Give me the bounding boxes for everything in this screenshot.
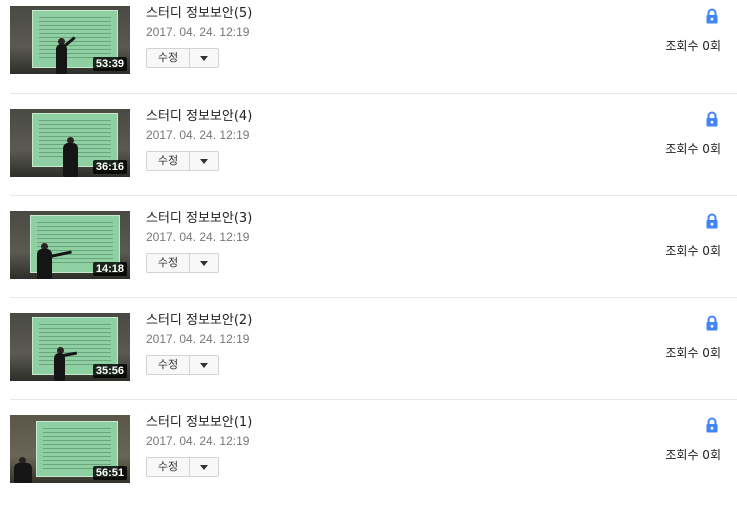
lock-icon[interactable] — [704, 8, 720, 24]
edit-button[interactable]: 수정 — [147, 152, 190, 170]
lock-icon[interactable] — [704, 111, 720, 127]
caret-down-icon — [200, 465, 208, 470]
row-divider — [10, 195, 737, 196]
video-date: 2017. 04. 24. 12:19 — [146, 128, 250, 142]
caret-down-icon — [200, 159, 208, 164]
duration-badge: 36:16 — [92, 160, 127, 174]
edit-button-group: 수정 — [146, 355, 219, 375]
edit-button[interactable]: 수정 — [147, 254, 190, 272]
view-count: 조회수 0회 — [665, 142, 721, 156]
video-title[interactable]: 스터디 정보보안(4) — [146, 109, 252, 125]
video-thumbnail[interactable]: 14:18 — [10, 211, 130, 279]
view-count: 조회수 0회 — [665, 244, 721, 258]
row-divider — [10, 297, 737, 298]
caret-down-icon — [200, 56, 208, 61]
edit-button[interactable]: 수정 — [147, 49, 190, 67]
video-title[interactable]: 스터디 정보보안(2) — [146, 313, 252, 329]
lock-icon[interactable] — [704, 315, 720, 331]
edit-button-group: 수정 — [146, 457, 219, 477]
video-title[interactable]: 스터디 정보보안(5) — [146, 6, 252, 22]
video-thumbnail[interactable]: 35:56 — [10, 313, 130, 381]
video-row: 14:18 스터디 정보보안(3) 2017. 04. 24. 12:19 수정… — [0, 205, 737, 307]
video-row: 36:16 스터디 정보보안(4) 2017. 04. 24. 12:19 수정… — [0, 103, 737, 205]
edit-button-group: 수정 — [146, 151, 219, 171]
duration-badge: 53:39 — [92, 57, 127, 71]
edit-dropdown-button[interactable] — [190, 458, 218, 476]
video-thumbnail[interactable]: 36:16 — [10, 109, 130, 177]
edit-dropdown-button[interactable] — [190, 49, 218, 67]
view-count: 조회수 0회 — [665, 448, 721, 462]
video-date: 2017. 04. 24. 12:19 — [146, 230, 250, 244]
edit-button-group: 수정 — [146, 48, 219, 68]
video-thumbnail[interactable]: 53:39 — [10, 6, 130, 74]
lock-icon[interactable] — [704, 213, 720, 229]
duration-badge: 56:51 — [92, 466, 127, 480]
edit-button[interactable]: 수정 — [147, 356, 190, 374]
lock-icon[interactable] — [704, 417, 720, 433]
video-row: 35:56 스터디 정보보안(2) 2017. 04. 24. 12:19 수정… — [0, 307, 737, 409]
video-title[interactable]: 스터디 정보보안(1) — [146, 415, 252, 431]
video-row: 53:39 스터디 정보보안(5) 2017. 04. 24. 12:19 수정… — [0, 0, 737, 102]
edit-button-group: 수정 — [146, 253, 219, 273]
video-date: 2017. 04. 24. 12:19 — [146, 434, 250, 448]
duration-badge: 35:56 — [92, 364, 127, 378]
video-thumbnail[interactable]: 56:51 — [10, 415, 130, 483]
edit-dropdown-button[interactable] — [190, 356, 218, 374]
row-divider — [10, 399, 737, 400]
video-row: 56:51 스터디 정보보안(1) 2017. 04. 24. 12:19 수정… — [0, 409, 737, 511]
caret-down-icon — [200, 363, 208, 368]
caret-down-icon — [200, 261, 208, 266]
edit-dropdown-button[interactable] — [190, 152, 218, 170]
edit-button[interactable]: 수정 — [147, 458, 190, 476]
video-date: 2017. 04. 24. 12:19 — [146, 332, 250, 346]
edit-dropdown-button[interactable] — [190, 254, 218, 272]
view-count: 조회수 0회 — [665, 346, 721, 360]
duration-badge: 14:18 — [92, 262, 127, 276]
video-title[interactable]: 스터디 정보보안(3) — [146, 211, 252, 227]
video-list: 53:39 스터디 정보보안(5) 2017. 04. 24. 12:19 수정… — [0, 0, 737, 501]
row-divider — [10, 93, 737, 94]
video-date: 2017. 04. 24. 12:19 — [146, 25, 250, 39]
view-count: 조회수 0회 — [665, 39, 721, 53]
